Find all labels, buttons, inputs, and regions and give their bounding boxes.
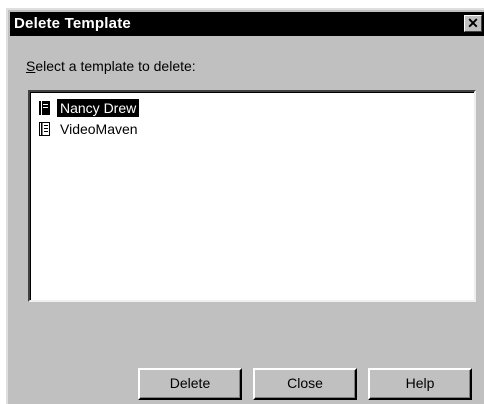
document-icon bbox=[39, 122, 50, 136]
list-item-label: Nancy Drew bbox=[57, 99, 140, 117]
document-icon bbox=[39, 101, 50, 115]
window-title: Delete Template bbox=[14, 15, 131, 32]
close-icon: ✕ bbox=[467, 15, 479, 31]
cropped-caption-strip bbox=[0, 0, 484, 8]
template-listbox[interactable]: Nancy Drew VideoMaven bbox=[28, 90, 476, 302]
title-bar: Delete Template ✕ bbox=[10, 12, 484, 36]
list-item[interactable]: Nancy Drew bbox=[38, 98, 140, 118]
prompt-text: elect a template to delete: bbox=[35, 58, 196, 74]
list-item[interactable]: VideoMaven bbox=[38, 119, 141, 139]
prompt-mnemonic: S bbox=[26, 58, 36, 74]
template-select-label: Select a template to delete: bbox=[26, 58, 196, 74]
close-window-button[interactable]: ✕ bbox=[464, 15, 482, 32]
help-button[interactable]: Help bbox=[368, 368, 472, 400]
list-item-label: VideoMaven bbox=[60, 121, 138, 137]
delete-button[interactable]: Delete bbox=[138, 368, 242, 400]
delete-template-dialog: Delete Template ✕ Select a template to d… bbox=[6, 8, 484, 404]
close-button[interactable]: Close bbox=[253, 368, 357, 400]
